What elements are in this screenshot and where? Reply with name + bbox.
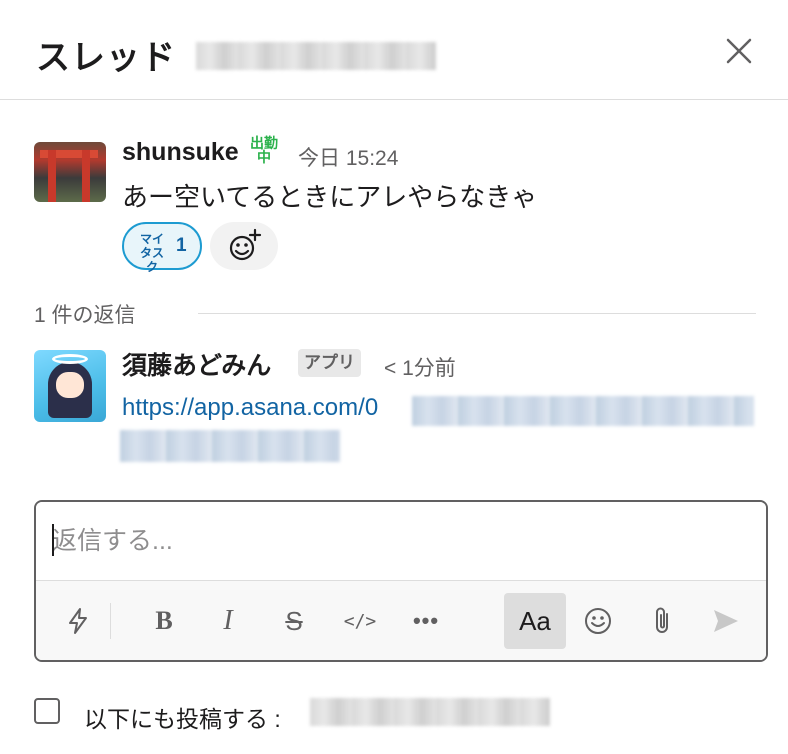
- app-badge: アプリ: [298, 349, 361, 377]
- send-button[interactable]: [698, 593, 754, 649]
- shortcuts-button[interactable]: [50, 593, 106, 649]
- bold-icon: B: [155, 606, 173, 635]
- reaction-count: 1: [176, 235, 187, 256]
- more-formatting-button[interactable]: •••: [398, 593, 454, 649]
- avatar[interactable]: [34, 350, 106, 422]
- formatting-toolbar: B I S </> ••• Aa: [36, 580, 766, 660]
- format-text-label: Aa: [519, 605, 551, 636]
- message-timestamp[interactable]: 今日 15:24: [298, 142, 398, 172]
- add-reaction-icon: [229, 228, 262, 261]
- reaction-pill[interactable]: マイタスク 1: [122, 222, 202, 274]
- my-task-emoji-icon: マイタスク: [139, 232, 164, 274]
- reply-author[interactable]: 須藤あどみん: [122, 346, 271, 382]
- format-text-button[interactable]: Aa: [504, 593, 566, 649]
- code-button[interactable]: </>: [332, 593, 388, 649]
- bold-button[interactable]: B: [136, 593, 192, 649]
- shortcuts-icon: [69, 608, 87, 634]
- italic-icon: I: [223, 605, 233, 636]
- replies-count-label: 1 件の返信: [34, 304, 136, 327]
- send-icon: [714, 610, 738, 632]
- channel-name-redacted: [310, 698, 550, 726]
- code-icon: </>: [343, 610, 377, 632]
- reply-input[interactable]: [36, 502, 766, 580]
- message-text: あー空いてるときにアレやらなきゃ: [122, 182, 538, 212]
- message-author[interactable]: shunsuke: [122, 138, 239, 167]
- divider: [198, 313, 756, 314]
- close-icon: [726, 38, 752, 64]
- also-send-checkbox[interactable]: [34, 698, 60, 724]
- emoji-button[interactable]: [570, 593, 626, 649]
- thread-header: スレッド: [0, 0, 788, 100]
- attachment-icon: [656, 607, 668, 633]
- link-redacted: [120, 430, 340, 462]
- reply-link[interactable]: https://app.asana.com/0: [122, 394, 378, 422]
- italic-button[interactable]: I: [200, 593, 256, 649]
- channel-name-redacted: [196, 42, 436, 70]
- status-badge: 出勤中: [250, 135, 278, 165]
- add-reaction-button[interactable]: [210, 222, 278, 270]
- emoji-icon: [585, 608, 611, 634]
- also-send-label: 以下にも投稿する :: [84, 706, 281, 732]
- strikethrough-icon: S: [285, 605, 303, 636]
- more-icon: •••: [412, 608, 440, 633]
- strikethrough-button[interactable]: S: [266, 593, 322, 649]
- page-title: スレッド: [36, 39, 176, 77]
- attach-file-button[interactable]: [634, 593, 690, 649]
- avatar[interactable]: [34, 142, 106, 202]
- close-button[interactable]: [718, 30, 760, 72]
- reply-timestamp[interactable]: < 1分前: [384, 352, 456, 382]
- text-cursor: [52, 524, 54, 556]
- toolbar-divider: [110, 603, 111, 639]
- link-redacted: [412, 396, 754, 426]
- reply-composer: B I S </> ••• Aa: [34, 500, 768, 662]
